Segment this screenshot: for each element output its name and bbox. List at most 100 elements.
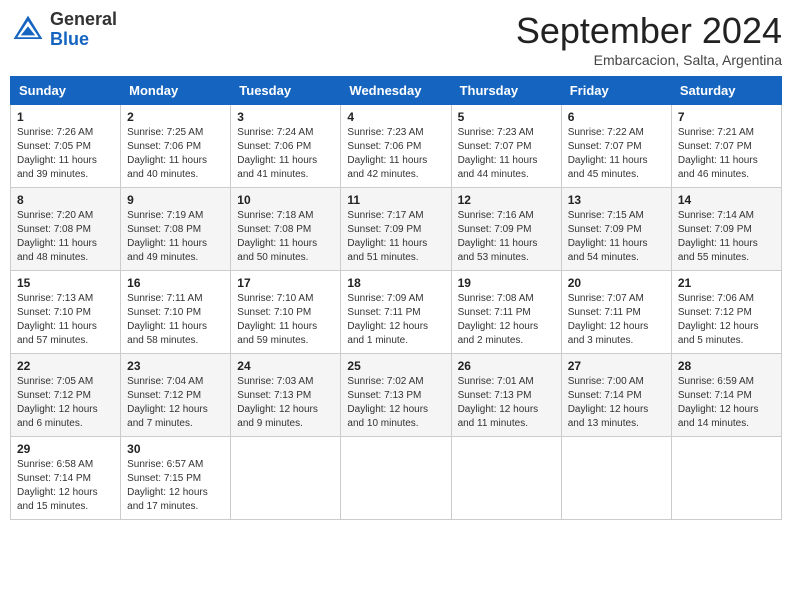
calendar-cell: 17 Sunrise: 7:10 AMSunset: 7:10 PMDayligh… bbox=[231, 271, 341, 354]
day-info: Sunrise: 7:07 AMSunset: 7:11 PMDaylight:… bbox=[568, 292, 665, 348]
day-number: 13 bbox=[568, 193, 665, 207]
weekday-header-sunday: Sunday bbox=[11, 77, 121, 105]
calendar-cell: 21 Sunrise: 7:06 AMSunset: 7:12 PMDayligh… bbox=[671, 271, 781, 354]
day-number: 4 bbox=[347, 110, 444, 124]
day-info: Sunrise: 7:24 AMSunset: 7:06 PMDaylight:… bbox=[237, 126, 334, 182]
day-number: 17 bbox=[237, 276, 334, 290]
day-number: 2 bbox=[127, 110, 224, 124]
calendar: SundayMondayTuesdayWednesdayThursdayFrid… bbox=[10, 76, 782, 520]
day-info: Sunrise: 7:10 AMSunset: 7:10 PMDaylight:… bbox=[237, 292, 334, 348]
day-number: 30 bbox=[127, 442, 224, 456]
day-info: Sunrise: 7:22 AMSunset: 7:07 PMDaylight:… bbox=[568, 126, 665, 182]
calendar-cell: 4 Sunrise: 7:23 AMSunset: 7:06 PMDaylight… bbox=[341, 105, 451, 188]
calendar-cell: 7 Sunrise: 7:21 AMSunset: 7:07 PMDaylight… bbox=[671, 105, 781, 188]
page-header: General Blue September 2024 Embarcacion,… bbox=[10, 10, 782, 68]
day-number: 22 bbox=[17, 359, 114, 373]
calendar-cell: 18 Sunrise: 7:09 AMSunset: 7:11 PMDayligh… bbox=[341, 271, 451, 354]
calendar-cell: 6 Sunrise: 7:22 AMSunset: 7:07 PMDaylight… bbox=[561, 105, 671, 188]
day-number: 18 bbox=[347, 276, 444, 290]
calendar-cell bbox=[561, 437, 671, 520]
weekday-header-monday: Monday bbox=[121, 77, 231, 105]
calendar-week-5: 29 Sunrise: 6:58 AMSunset: 7:14 PMDayligh… bbox=[11, 437, 782, 520]
weekday-header-wednesday: Wednesday bbox=[341, 77, 451, 105]
calendar-cell: 28 Sunrise: 6:59 AMSunset: 7:14 PMDayligh… bbox=[671, 354, 781, 437]
calendar-cell: 23Sunrise: 7:04 AMSunset: 7:12 PMDayligh… bbox=[121, 354, 231, 437]
day-number: 6 bbox=[568, 110, 665, 124]
calendar-cell: 3Sunrise: 7:24 AMSunset: 7:06 PMDaylight… bbox=[231, 105, 341, 188]
day-info: Sunrise: 7:18 AMSunset: 7:08 PMDaylight:… bbox=[237, 209, 334, 265]
calendar-cell: 9Sunrise: 7:19 AMSunset: 7:08 PMDaylight… bbox=[121, 188, 231, 271]
month-title: September 2024 bbox=[516, 10, 782, 52]
day-number: 28 bbox=[678, 359, 775, 373]
day-number: 10 bbox=[237, 193, 334, 207]
calendar-week-1: 1 Sunrise: 7:26 AMSunset: 7:05 PMDaylight… bbox=[11, 105, 782, 188]
calendar-week-4: 22 Sunrise: 7:05 AMSunset: 7:12 PMDayligh… bbox=[11, 354, 782, 437]
day-info: Sunrise: 7:05 AMSunset: 7:12 PMDaylight:… bbox=[17, 375, 114, 431]
weekday-header-saturday: Saturday bbox=[671, 77, 781, 105]
day-number: 1 bbox=[17, 110, 114, 124]
day-number: 7 bbox=[678, 110, 775, 124]
calendar-cell: 2 Sunrise: 7:25 AMSunset: 7:06 PMDaylight… bbox=[121, 105, 231, 188]
calendar-cell: 29 Sunrise: 6:58 AMSunset: 7:14 PMDayligh… bbox=[11, 437, 121, 520]
logo-icon bbox=[10, 12, 46, 48]
calendar-cell: 24 Sunrise: 7:03 AMSunset: 7:13 PMDayligh… bbox=[231, 354, 341, 437]
calendar-body: 1 Sunrise: 7:26 AMSunset: 7:05 PMDaylight… bbox=[11, 105, 782, 520]
day-number: 24 bbox=[237, 359, 334, 373]
day-number: 20 bbox=[568, 276, 665, 290]
day-info: Sunrise: 7:16 AMSunset: 7:09 PMDaylight:… bbox=[458, 209, 555, 265]
calendar-cell: 15Sunrise: 7:13 AMSunset: 7:10 PMDayligh… bbox=[11, 271, 121, 354]
day-number: 12 bbox=[458, 193, 555, 207]
calendar-cell: 30 Sunrise: 6:57 AMSunset: 7:15 PMDayligh… bbox=[121, 437, 231, 520]
calendar-cell bbox=[341, 437, 451, 520]
day-info: Sunrise: 7:19 AMSunset: 7:08 PMDaylight:… bbox=[127, 209, 224, 265]
title-block: September 2024 Embarcacion, Salta, Argen… bbox=[516, 10, 782, 68]
calendar-cell: 22 Sunrise: 7:05 AMSunset: 7:12 PMDayligh… bbox=[11, 354, 121, 437]
logo-text: General Blue bbox=[50, 10, 117, 50]
day-number: 5 bbox=[458, 110, 555, 124]
location: Embarcacion, Salta, Argentina bbox=[516, 52, 782, 68]
logo: General Blue bbox=[10, 10, 117, 50]
calendar-cell: 8 Sunrise: 7:20 AMSunset: 7:08 PMDaylight… bbox=[11, 188, 121, 271]
day-number: 11 bbox=[347, 193, 444, 207]
day-info: Sunrise: 7:09 AMSunset: 7:11 PMDaylight:… bbox=[347, 292, 444, 348]
calendar-week-3: 15Sunrise: 7:13 AMSunset: 7:10 PMDayligh… bbox=[11, 271, 782, 354]
day-info: Sunrise: 7:25 AMSunset: 7:06 PMDaylight:… bbox=[127, 126, 224, 182]
calendar-cell: 16Sunrise: 7:11 AMSunset: 7:10 PMDayligh… bbox=[121, 271, 231, 354]
calendar-cell bbox=[231, 437, 341, 520]
calendar-cell: 1 Sunrise: 7:26 AMSunset: 7:05 PMDaylight… bbox=[11, 105, 121, 188]
weekday-header-tuesday: Tuesday bbox=[231, 77, 341, 105]
day-number: 14 bbox=[678, 193, 775, 207]
day-number: 21 bbox=[678, 276, 775, 290]
calendar-cell: 13 Sunrise: 7:15 AMSunset: 7:09 PMDayligh… bbox=[561, 188, 671, 271]
day-info: Sunrise: 7:15 AMSunset: 7:09 PMDaylight:… bbox=[568, 209, 665, 265]
day-number: 26 bbox=[458, 359, 555, 373]
day-info: Sunrise: 6:58 AMSunset: 7:14 PMDaylight:… bbox=[17, 458, 114, 514]
day-info: Sunrise: 7:03 AMSunset: 7:13 PMDaylight:… bbox=[237, 375, 334, 431]
calendar-cell: 12 Sunrise: 7:16 AMSunset: 7:09 PMDayligh… bbox=[451, 188, 561, 271]
day-info: Sunrise: 7:23 AMSunset: 7:07 PMDaylight:… bbox=[458, 126, 555, 182]
day-number: 8 bbox=[17, 193, 114, 207]
calendar-header-row: SundayMondayTuesdayWednesdayThursdayFrid… bbox=[11, 77, 782, 105]
calendar-cell: 26Sunrise: 7:01 AMSunset: 7:13 PMDayligh… bbox=[451, 354, 561, 437]
calendar-cell: 20 Sunrise: 7:07 AMSunset: 7:11 PMDayligh… bbox=[561, 271, 671, 354]
day-info: Sunrise: 7:26 AMSunset: 7:05 PMDaylight:… bbox=[17, 126, 114, 182]
calendar-cell: 11Sunrise: 7:17 AMSunset: 7:09 PMDayligh… bbox=[341, 188, 451, 271]
calendar-cell: 27Sunrise: 7:00 AMSunset: 7:14 PMDayligh… bbox=[561, 354, 671, 437]
day-number: 15 bbox=[17, 276, 114, 290]
weekday-header-friday: Friday bbox=[561, 77, 671, 105]
day-number: 27 bbox=[568, 359, 665, 373]
day-number: 29 bbox=[17, 442, 114, 456]
day-number: 25 bbox=[347, 359, 444, 373]
day-info: Sunrise: 7:14 AMSunset: 7:09 PMDaylight:… bbox=[678, 209, 775, 265]
day-info: Sunrise: 7:06 AMSunset: 7:12 PMDaylight:… bbox=[678, 292, 775, 348]
day-info: Sunrise: 7:23 AMSunset: 7:06 PMDaylight:… bbox=[347, 126, 444, 182]
calendar-cell: 14 Sunrise: 7:14 AMSunset: 7:09 PMDayligh… bbox=[671, 188, 781, 271]
day-info: Sunrise: 7:20 AMSunset: 7:08 PMDaylight:… bbox=[17, 209, 114, 265]
day-info: Sunrise: 6:57 AMSunset: 7:15 PMDaylight:… bbox=[127, 458, 224, 514]
day-number: 16 bbox=[127, 276, 224, 290]
calendar-cell: 19Sunrise: 7:08 AMSunset: 7:11 PMDayligh… bbox=[451, 271, 561, 354]
calendar-cell bbox=[671, 437, 781, 520]
day-info: Sunrise: 7:21 AMSunset: 7:07 PMDaylight:… bbox=[678, 126, 775, 182]
day-number: 19 bbox=[458, 276, 555, 290]
day-info: Sunrise: 6:59 AMSunset: 7:14 PMDaylight:… bbox=[678, 375, 775, 431]
